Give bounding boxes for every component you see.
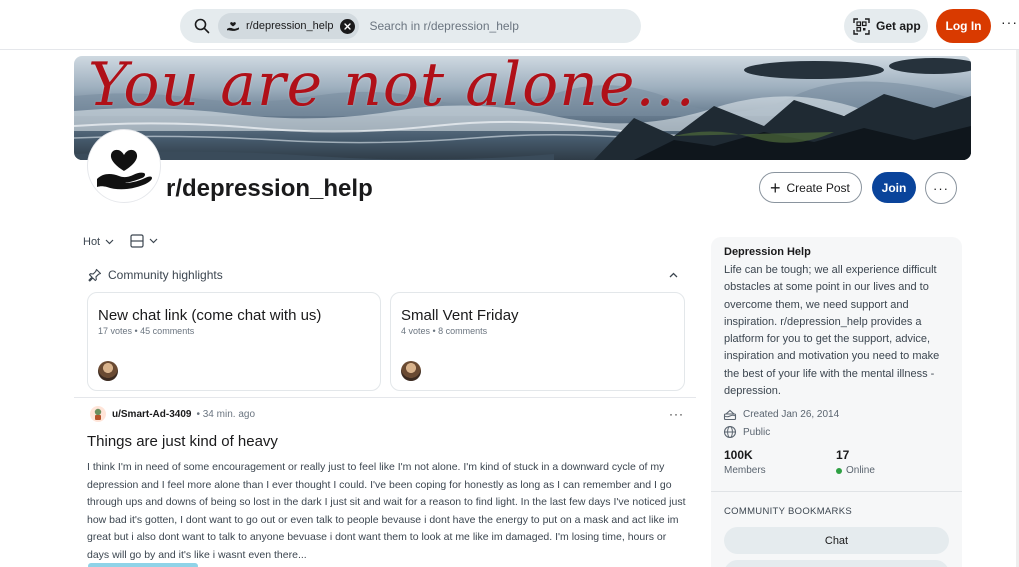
- join-button[interactable]: Join: [872, 172, 916, 203]
- sort-dropdown[interactable]: Hot: [83, 236, 114, 248]
- visibility-label: Public: [743, 426, 771, 438]
- hand-heart-icon: [97, 149, 152, 190]
- members-count: 100K: [724, 448, 753, 462]
- divider: [74, 397, 696, 398]
- visibility: Public: [723, 425, 770, 439]
- avatar: [401, 361, 421, 381]
- search-input[interactable]: Search in r/depression_help: [369, 19, 518, 33]
- sidebar-title: Depression Help: [724, 246, 811, 258]
- post-time: • 34 min. ago: [196, 408, 256, 420]
- more-options-icon[interactable]: ···: [1001, 14, 1018, 30]
- community-name: r/depression_help: [166, 175, 373, 202]
- search-icon: [193, 17, 211, 35]
- bookmark-chat-button[interactable]: Chat: [724, 527, 949, 554]
- highlight-title: New chat link (come chat with us): [98, 307, 322, 324]
- sidebar-description: Life can be tough; we all experience dif…: [724, 264, 940, 398]
- highlight-card[interactable]: New chat link (come chat with us) 17 vot…: [87, 292, 381, 391]
- subreddit-chip-label: r/depression_help: [246, 20, 334, 32]
- post-more-icon[interactable]: ···: [669, 407, 684, 421]
- chevron-down-icon: [105, 239, 114, 245]
- community-more-button[interactable]: ···: [925, 172, 957, 204]
- post-author[interactable]: u/Smart-Ad-3409: [112, 409, 191, 420]
- members-label: Members: [724, 465, 766, 476]
- search-bar[interactable]: r/depression_help Search in r/depression…: [180, 9, 641, 43]
- get-app-button[interactable]: Get app: [844, 9, 928, 43]
- divider: [711, 491, 962, 492]
- subreddit-chip[interactable]: r/depression_help: [218, 13, 360, 39]
- bookmarks-heading: COMMUNITY BOOKMARKS: [724, 506, 852, 517]
- online-count: 17: [836, 448, 850, 462]
- banner-text: You are not alone...: [88, 56, 696, 120]
- qr-code-icon: [853, 17, 870, 35]
- community-highlights-header: Community highlights: [88, 268, 223, 282]
- hand-heart-icon: [226, 19, 240, 33]
- highlight-meta: 4 votes • 8 comments: [401, 326, 488, 336]
- create-post-button[interactable]: + Create Post: [759, 172, 862, 203]
- create-post-label: Create Post: [786, 180, 850, 195]
- post-body[interactable]: I think I'm in need of some encouragemen…: [87, 459, 687, 564]
- user-avatar[interactable]: [90, 406, 106, 422]
- online-label: Online: [846, 465, 875, 476]
- highlight-meta: 17 votes • 45 comments: [98, 326, 195, 336]
- pin-icon: [88, 268, 102, 282]
- online-status: Online: [836, 465, 875, 476]
- chevron-down-icon: [149, 238, 158, 244]
- reddit-page: r/depression_help Search in r/depression…: [0, 0, 1019, 567]
- highlights-label: Community highlights: [108, 268, 223, 282]
- card-view-icon: [130, 234, 144, 248]
- login-button[interactable]: Log In: [936, 9, 991, 43]
- online-dot-icon: [836, 467, 842, 474]
- sort-label: Hot: [83, 236, 101, 248]
- post-title[interactable]: Things are just kind of heavy: [87, 433, 278, 450]
- view-layout-dropdown[interactable]: [130, 234, 158, 248]
- created-date: Created Jan 26, 2014: [723, 407, 839, 421]
- top-header: r/depression_help Search in r/depression…: [0, 0, 1019, 50]
- created-label: Created Jan 26, 2014: [743, 408, 840, 420]
- cake-icon: [723, 407, 737, 421]
- highlight-title: Small Vent Friday: [401, 307, 519, 324]
- highlight-card[interactable]: Small Vent Friday 4 votes • 8 comments: [390, 292, 685, 391]
- community-sidebar: Depression Help Life can be tough; we al…: [711, 237, 962, 567]
- community-banner: You are not alone...: [74, 56, 971, 160]
- avatar: [98, 361, 118, 381]
- globe-icon: [723, 425, 737, 439]
- plus-icon: +: [770, 177, 781, 198]
- chevron-up-icon[interactable]: [669, 270, 678, 281]
- close-icon[interactable]: [340, 18, 356, 34]
- get-app-label: Get app: [876, 19, 921, 33]
- community-avatar: [88, 130, 160, 202]
- bookmark-button[interactable]: [724, 560, 949, 567]
- post-media-preview[interactable]: [88, 563, 198, 567]
- post-meta: u/Smart-Ad-3409 • 34 min. ago: [90, 406, 255, 422]
